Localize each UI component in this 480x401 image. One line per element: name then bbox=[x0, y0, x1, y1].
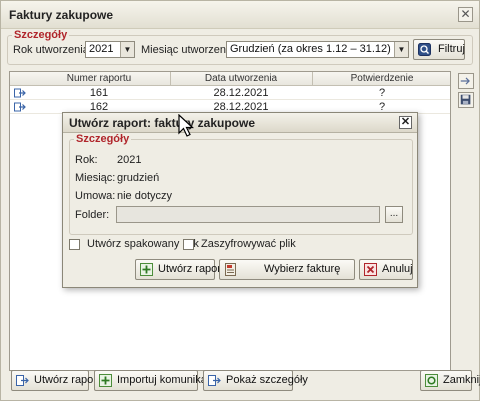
browse-folder-button[interactable]: ... bbox=[385, 206, 403, 223]
month-select-value: Grudzień (za okres 1.12 – 31.12) bbox=[230, 43, 391, 55]
details-legend: Szczegóły bbox=[14, 29, 68, 41]
window-close-button[interactable]: ✕ bbox=[458, 7, 473, 22]
create-report-button-label: Utwórz raport bbox=[34, 374, 101, 386]
refresh-close-icon bbox=[425, 374, 438, 387]
zip-file-checkbox[interactable] bbox=[69, 239, 80, 250]
year-select[interactable]: 2021 ▼ bbox=[85, 41, 135, 58]
add-icon bbox=[140, 263, 153, 276]
cell-date: 28.12.2021 bbox=[213, 87, 269, 99]
dialog-title-bar: Utwórz raport: faktury zakupowe ✕ bbox=[63, 113, 417, 133]
close-button[interactable]: Zamknij bbox=[420, 370, 480, 391]
grid-header: Numer raportu Data utworzenia Potwierdze… bbox=[10, 72, 450, 86]
month-select[interactable]: Grudzień (za okres 1.12 – 31.12) ▼ bbox=[226, 41, 409, 58]
dialog-month-value: grudzień bbox=[117, 172, 160, 184]
save-icon bbox=[460, 94, 471, 105]
show-details-button[interactable]: Pokaż szczegóły bbox=[203, 370, 308, 391]
close-button-label: Zamknij bbox=[443, 374, 480, 386]
dialog-year-label: Rok: bbox=[75, 154, 98, 166]
chevron-down-icon: ▼ bbox=[120, 42, 134, 57]
year-select-value: 2021 bbox=[89, 43, 114, 55]
dialog-contract-label: Umowa: bbox=[75, 190, 116, 202]
filter-icon bbox=[418, 43, 431, 56]
dialog-details-legend: Szczegóły bbox=[76, 133, 130, 145]
column-header-number[interactable]: Numer raportu bbox=[30, 73, 168, 84]
cancel-icon bbox=[364, 263, 377, 276]
import-message-button[interactable]: Importuj komunikat bbox=[94, 370, 210, 391]
filter-button[interactable]: Filtruj bbox=[413, 39, 465, 60]
chevron-down-icon: ▼ bbox=[394, 42, 408, 57]
dialog-cancel-button[interactable]: Anuluj bbox=[359, 259, 413, 280]
create-report-button[interactable]: Utwórz raport bbox=[11, 370, 100, 391]
choose-invoice-label: Wybierz fakturę bbox=[264, 263, 341, 275]
dialog-close-button[interactable]: ✕ bbox=[399, 116, 412, 129]
side-export-button[interactable] bbox=[458, 73, 474, 89]
window-title: Faktury zakupowe bbox=[9, 8, 114, 22]
column-header-confirmation[interactable]: Potwierdzenie bbox=[313, 73, 451, 84]
folder-input[interactable] bbox=[116, 206, 380, 223]
title-bar: Faktury zakupowe ✕ bbox=[1, 1, 479, 29]
month-label: Miesiąc utworzenia: bbox=[141, 44, 238, 56]
mouse-cursor-icon bbox=[178, 114, 194, 137]
document-link-icon bbox=[14, 88, 26, 98]
year-label: Rok utworzenia: bbox=[13, 44, 92, 56]
add-icon bbox=[99, 374, 112, 387]
document-link-icon bbox=[16, 375, 29, 386]
arrow-right-icon bbox=[460, 77, 470, 85]
show-details-button-label: Pokaż szczegóły bbox=[226, 374, 308, 386]
import-message-button-label: Importuj komunikat bbox=[117, 374, 210, 386]
dialog-folder-label: Folder: bbox=[75, 209, 110, 221]
choose-invoice-button[interactable]: Wybierz fakturę bbox=[219, 259, 355, 280]
invoice-icon bbox=[225, 263, 236, 276]
cell-confirmation: ? bbox=[378, 87, 386, 99]
create-report-dialog: Utwórz raport: faktury zakupowe ✕ Szczeg… bbox=[62, 112, 418, 288]
details-icon bbox=[208, 375, 221, 386]
document-link-icon bbox=[14, 102, 26, 112]
encrypt-file-label: Zaszyfrowywać plik bbox=[201, 238, 296, 250]
close-icon: ✕ bbox=[460, 7, 471, 21]
cell-number: 161 bbox=[89, 87, 109, 99]
filter-button-label: Filtruj bbox=[438, 43, 465, 55]
dialog-cancel-label: Anuluj bbox=[382, 263, 413, 275]
browse-folder-button-label: ... bbox=[389, 208, 399, 219]
side-save-button[interactable] bbox=[458, 92, 474, 108]
dialog-create-report-button[interactable]: Utwórz raport bbox=[135, 259, 224, 280]
dialog-year-value: 2021 bbox=[117, 154, 142, 166]
column-header-date[interactable]: Data utworzenia bbox=[171, 73, 311, 84]
dialog-contract-value: nie dotyczy bbox=[117, 190, 173, 202]
encrypt-file-checkbox[interactable] bbox=[183, 239, 194, 250]
dialog-title: Utwórz raport: faktury zakupowe bbox=[69, 116, 256, 130]
dialog-month-label: Miesiąc: bbox=[75, 172, 116, 184]
close-icon: ✕ bbox=[400, 116, 411, 128]
dialog-create-report-label: Utwórz raport bbox=[158, 263, 225, 275]
table-row[interactable]: 161 28.12.2021 ? bbox=[10, 86, 450, 100]
